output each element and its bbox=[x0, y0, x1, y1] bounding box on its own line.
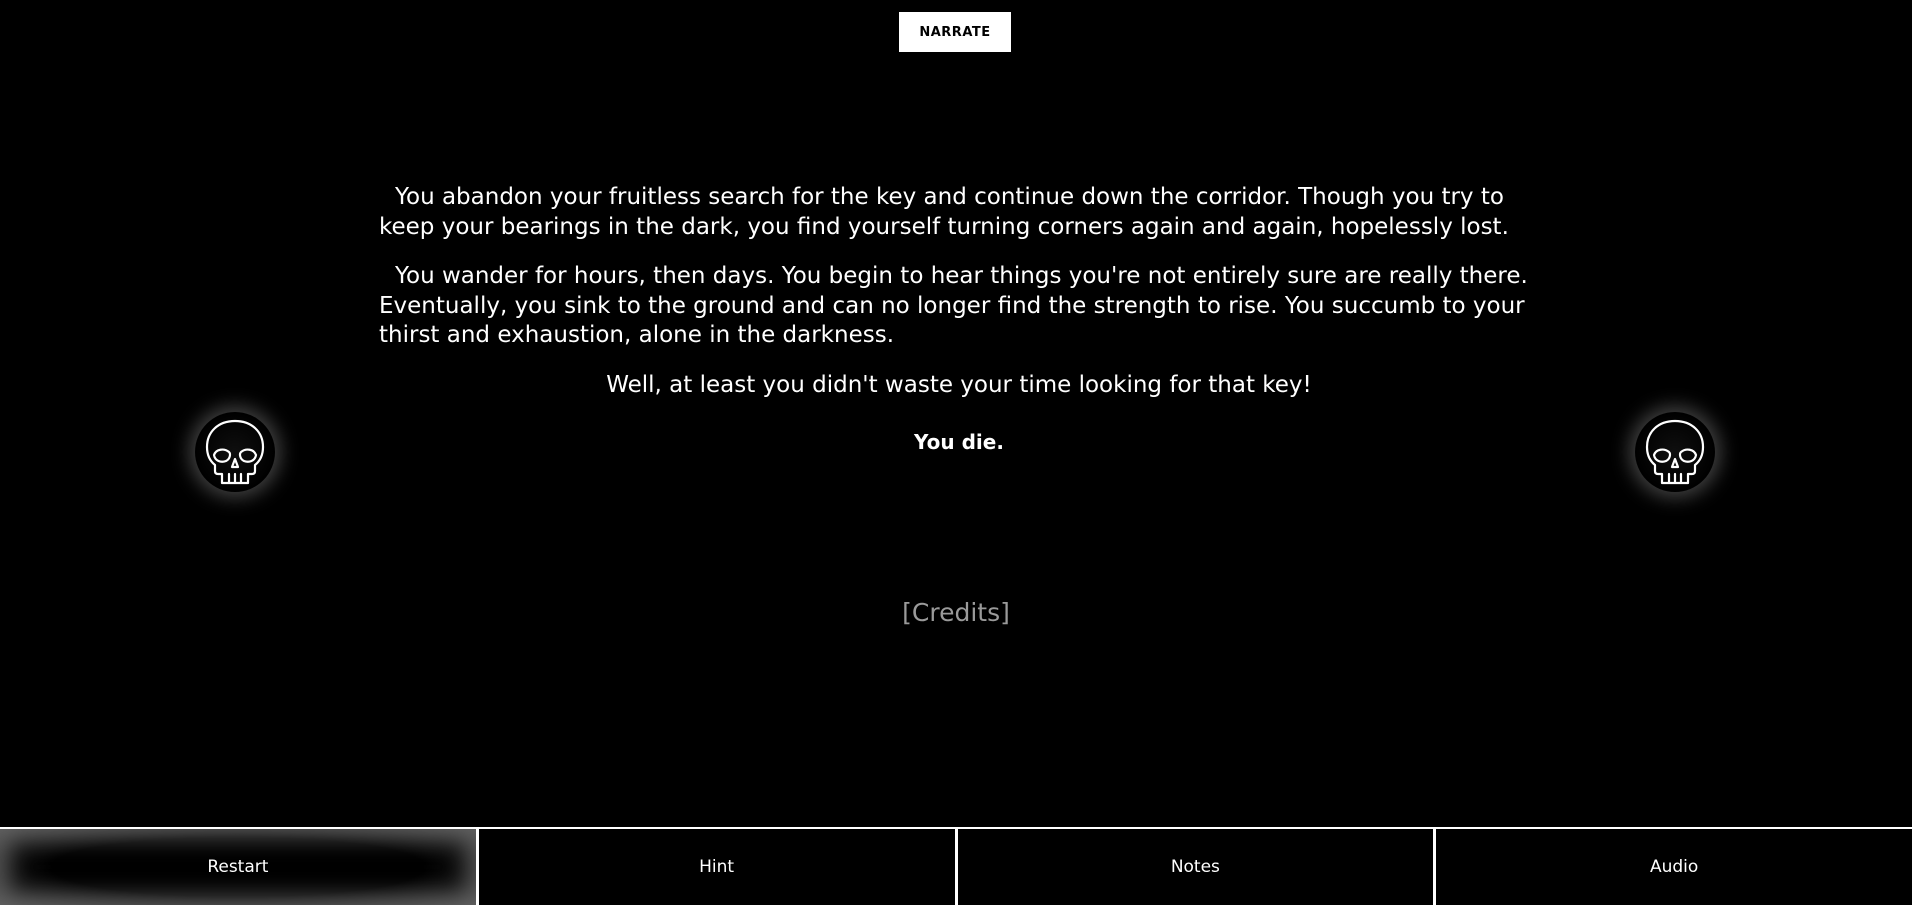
credits-link[interactable]: [Credits] bbox=[902, 598, 1010, 627]
story-paragraph: You wander for hours, then days. You beg… bbox=[379, 263, 1528, 348]
hint-button[interactable]: Hint bbox=[478, 829, 958, 905]
story-paragraph: You abandon your fruitless search for th… bbox=[379, 184, 1509, 240]
skull-icon bbox=[1635, 412, 1715, 492]
restart-button[interactable]: Restart bbox=[0, 829, 479, 905]
audio-button[interactable]: Audio bbox=[1436, 829, 1912, 905]
bottom-nav-bar: Restart Hint Notes Audio bbox=[0, 827, 1912, 905]
notes-button[interactable]: Notes bbox=[957, 829, 1437, 905]
credits-container: [Credits] bbox=[0, 598, 1912, 627]
story-quip: Well, at least you didn't waste your tim… bbox=[606, 371, 1312, 398]
story-text: You abandon your fruitless search for th… bbox=[379, 183, 1539, 478]
skull-icon bbox=[195, 412, 275, 492]
game-screen: NARRATE You abandon your fruitless searc… bbox=[0, 0, 1912, 905]
death-message: You die. bbox=[914, 430, 1004, 454]
narrate-button[interactable]: NARRATE bbox=[899, 12, 1011, 52]
